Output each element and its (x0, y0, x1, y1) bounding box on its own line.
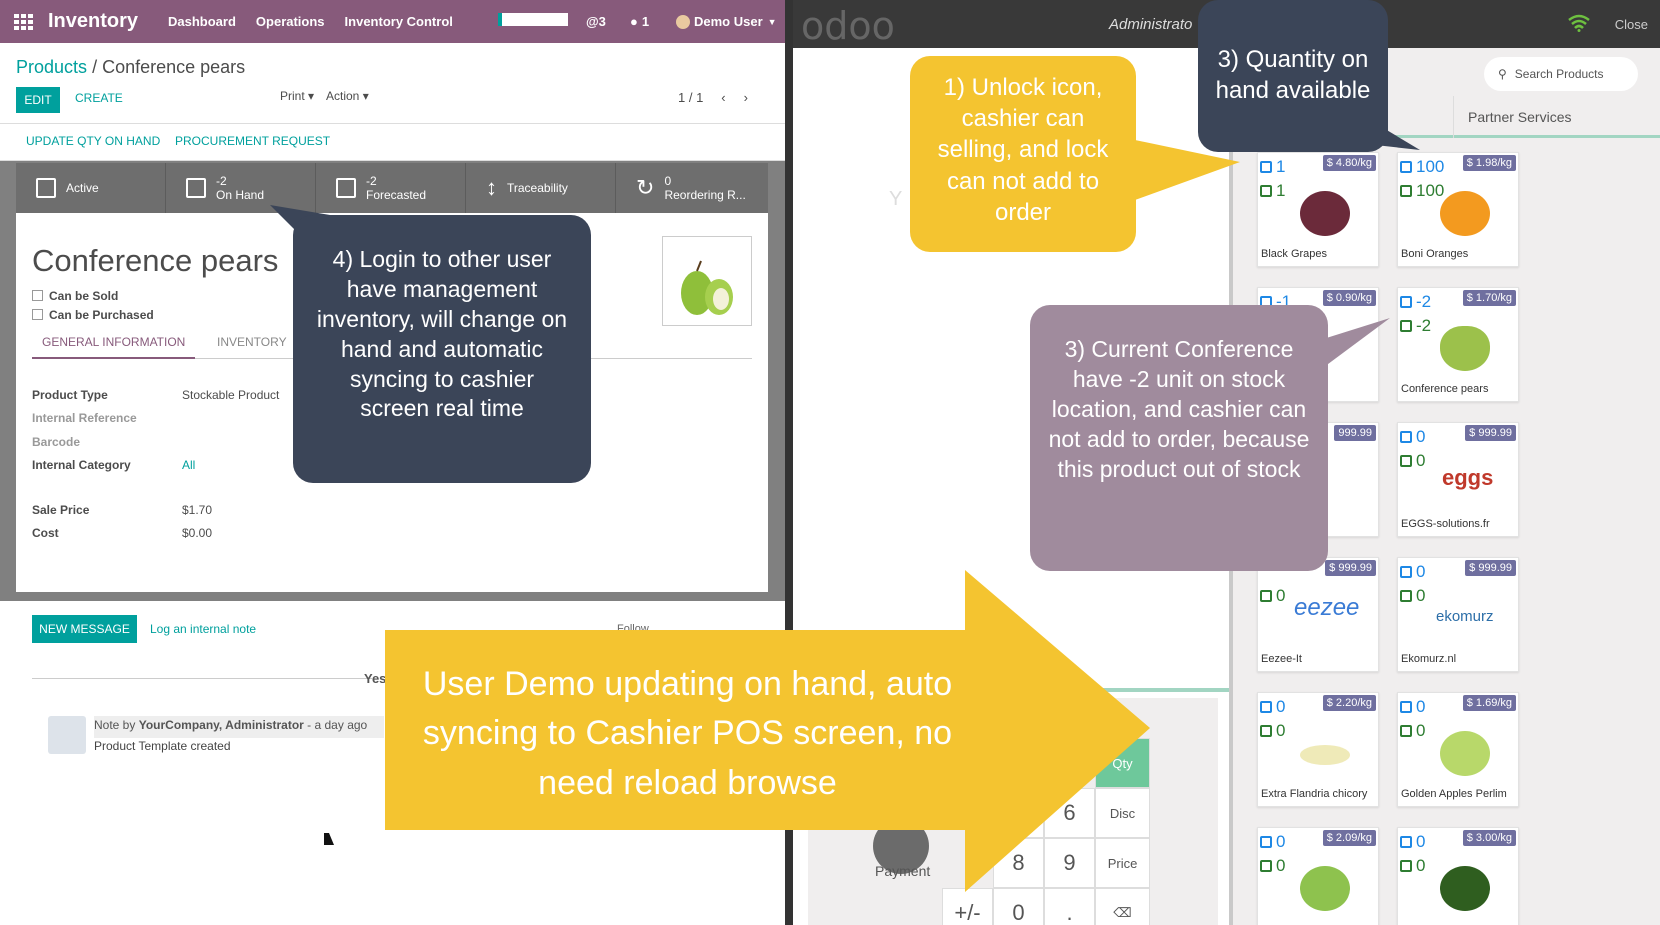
callout-3b-pointer (1320, 318, 1390, 370)
callout-1: 1) Unlock icon, cashier can selling, and… (910, 56, 1136, 252)
callout-4: 4) Login to other user have management i… (293, 215, 591, 483)
callout-3a: 3) Quantity on hand available (1198, 0, 1388, 152)
arrow-text: User Demo updating on hand, auto syncing… (422, 665, 953, 802)
callout-3b: 3) Current Conference have -2 unit on st… (1030, 305, 1328, 571)
